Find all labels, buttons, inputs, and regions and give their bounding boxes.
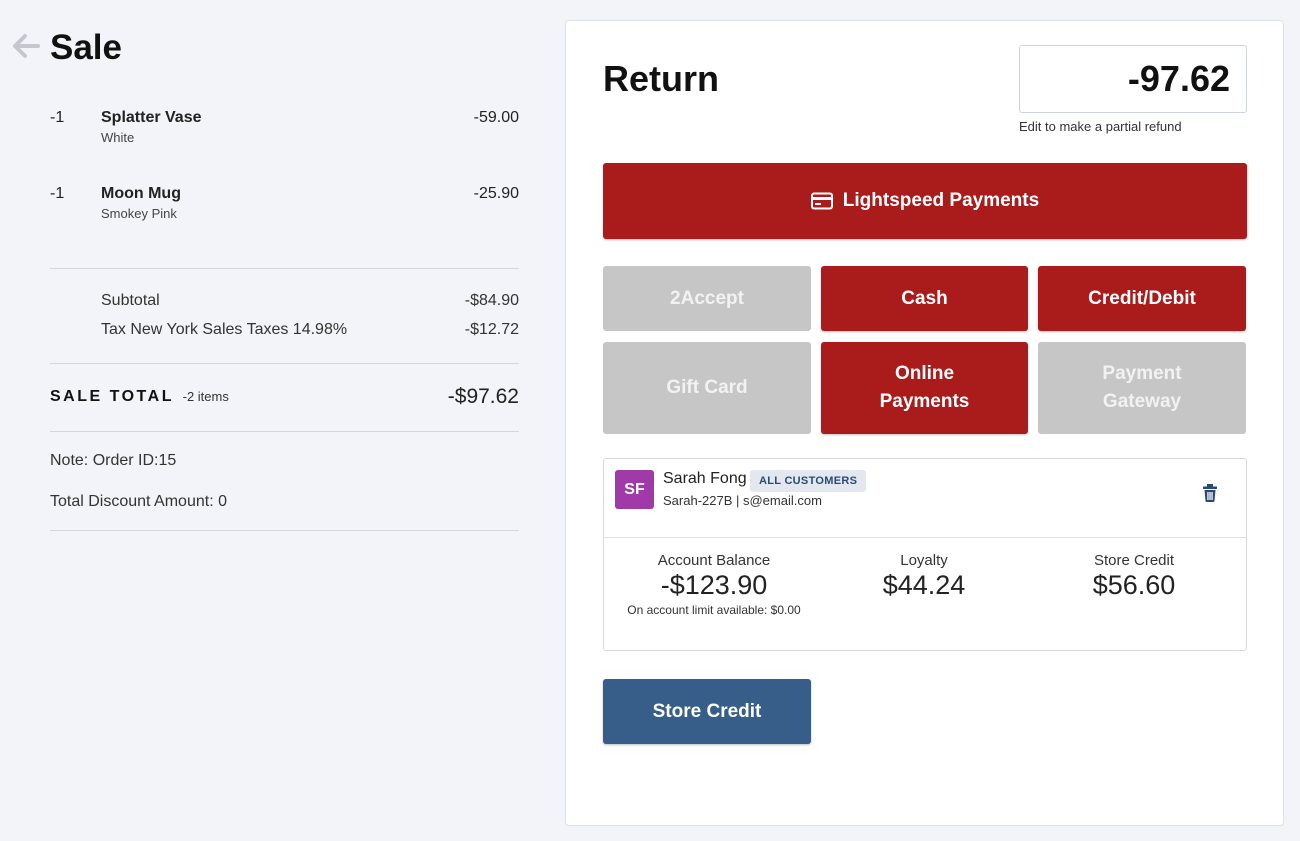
store-credit-button[interactable]: Store Credit [603, 679, 811, 744]
line-item-name: Moon Mug [101, 185, 181, 202]
customer-group-badge: ALL CUSTOMERS [750, 470, 867, 492]
customer-card: SF Sarah Fong ALL CUSTOMERS Sarah-227B |… [603, 458, 1247, 651]
2accept-label: 2Accept [670, 287, 744, 309]
line-item-price: -59.00 [473, 109, 519, 126]
tax-label: Tax New York Sales Taxes 14.98% [101, 321, 348, 338]
trash-icon[interactable] [1201, 483, 1219, 503]
back-arrow-icon[interactable] [12, 33, 40, 59]
payment-gateway-label: Payment Gateway [1102, 363, 1182, 412]
lightspeed-payments-label: Lightspeed Payments [842, 190, 1040, 211]
loyalty-label: Loyalty [900, 552, 948, 569]
cash-button[interactable]: Cash [821, 266, 1028, 331]
sale-summary: Sale -1 Splatter Vase White -59.00 -1 Mo… [0, 0, 540, 841]
credit-card-icon [810, 192, 833, 210]
store-credit-value: $56.60 [1092, 570, 1176, 600]
gift-card-button[interactable]: Gift Card [603, 342, 811, 434]
tax-value: -$12.72 [464, 321, 519, 338]
store-credit-label: Store Credit [1093, 552, 1175, 569]
cash-label: Cash [901, 287, 948, 309]
payment-gateway-button[interactable]: Payment Gateway [1038, 342, 1246, 434]
divider [50, 268, 519, 269]
sale-title: Sale [50, 28, 122, 67]
refund-amount-hint: Edit to make a partial refund [1019, 119, 1182, 134]
account-balance: Account Balance -$123.90 On account limi… [614, 552, 814, 617]
customer-details: Sarah-227B | s@email.com [663, 493, 822, 508]
store-credit: Store Credit $56.60 [1034, 552, 1234, 601]
subtotal-value: -$84.90 [464, 292, 519, 309]
refund-amount-input[interactable] [1019, 45, 1247, 113]
line-item-variant: Smokey Pink [101, 206, 177, 221]
lightspeed-payments-button[interactable]: Lightspeed Payments [603, 163, 1247, 239]
sale-total-value: -$97.62 [447, 385, 519, 408]
loyalty: Loyalty $44.24 [824, 552, 1024, 601]
online-payments-label: Online Payments [879, 363, 970, 412]
order-note: Note: Order ID:15 [50, 452, 177, 469]
customer-name[interactable]: Sarah Fong [663, 470, 747, 488]
account-balance-label: Account Balance [657, 552, 771, 569]
subtotal-label: Subtotal [101, 292, 160, 309]
credit-debit-button[interactable]: Credit/Debit [1038, 266, 1246, 331]
line-item-price: -25.90 [473, 185, 519, 202]
sale-total-label: SALE TOTAL -2 items [50, 388, 229, 406]
return-panel: Return Edit to make a partial refund Lig… [565, 20, 1284, 826]
avatar: SF [615, 470, 654, 509]
credit-debit-label: Credit/Debit [1088, 287, 1196, 309]
store-credit-button-label: Store Credit [652, 700, 762, 722]
online-payments-button[interactable]: Online Payments [821, 342, 1028, 434]
loyalty-value: $44.24 [882, 570, 966, 600]
divider [604, 537, 1246, 538]
sale-total-items: -2 items [182, 389, 229, 404]
line-item-qty: -1 [50, 185, 65, 202]
line-item-name: Splatter Vase [101, 109, 202, 126]
account-limit-note: On account limit available: $0.00 [627, 603, 801, 617]
discount-amount: Total Discount Amount: 0 [50, 493, 227, 510]
return-title: Return [603, 58, 719, 99]
2accept-button[interactable]: 2Accept [603, 266, 811, 331]
line-item-variant: White [101, 130, 135, 145]
divider [50, 530, 519, 531]
divider [50, 431, 519, 432]
line-item-qty: -1 [50, 109, 65, 126]
sale-total-text: SALE TOTAL [50, 388, 174, 405]
divider [50, 363, 519, 364]
tax-row: Tax New York Sales Taxes 14.98% -$12.72 [101, 321, 519, 339]
gift-card-label: Gift Card [666, 377, 748, 398]
account-balance-value: -$123.90 [660, 570, 768, 600]
subtotal-row: Subtotal -$84.90 [101, 292, 519, 310]
